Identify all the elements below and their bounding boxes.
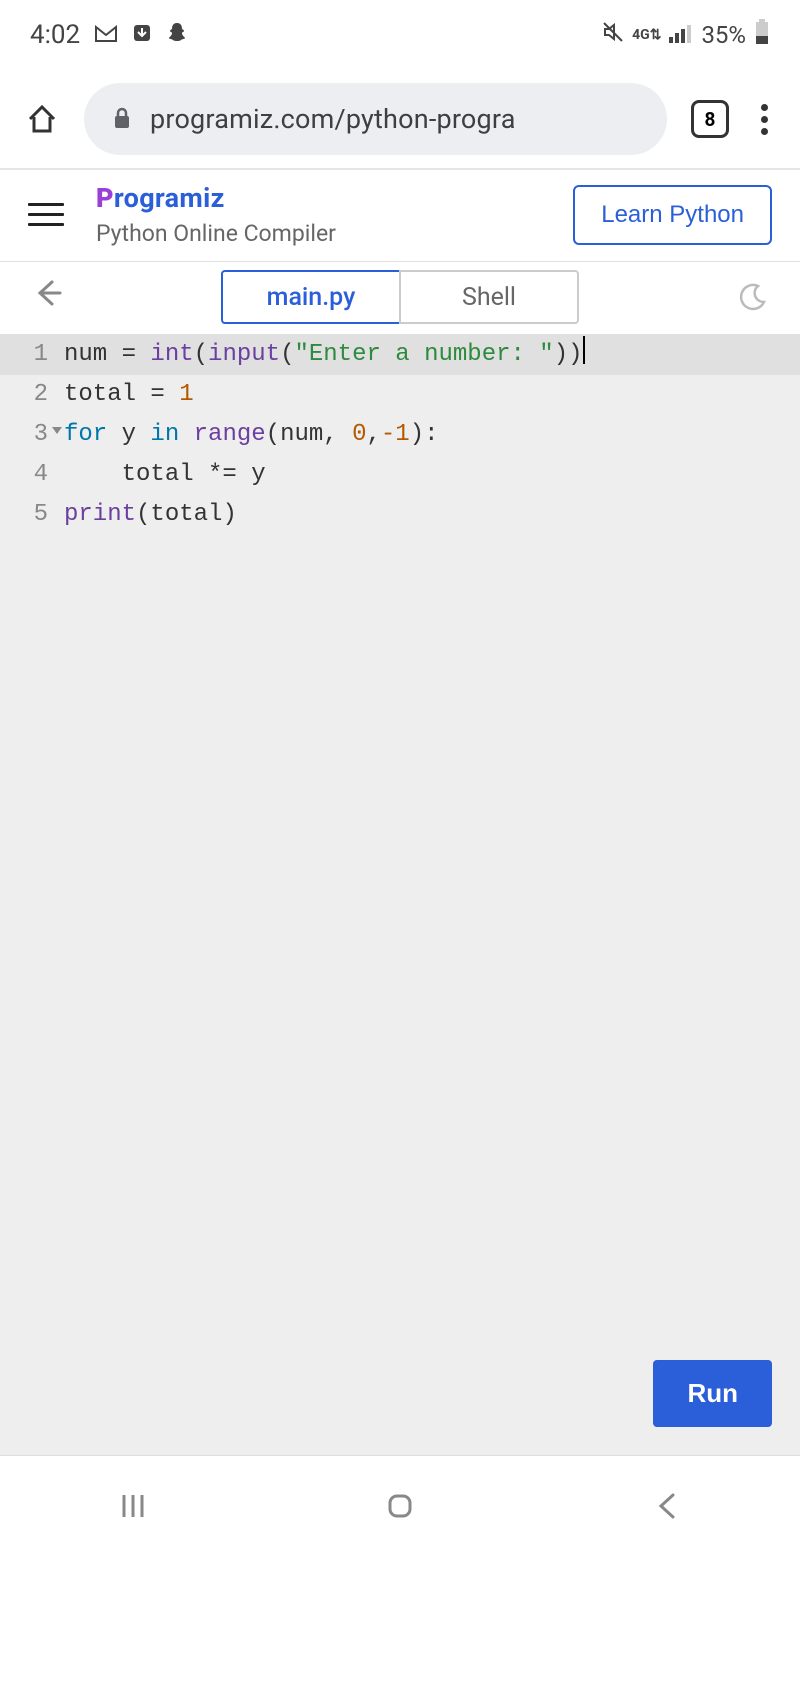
theme-toggle-button[interactable] [730,282,776,312]
tab-main[interactable]: main.py [221,270,401,324]
line-number: 2 [0,375,64,415]
tab-shell[interactable]: Shell [399,270,579,324]
battery-icon [754,19,770,51]
page-header: Programiz Python Online Compiler Learn P… [0,170,800,262]
text-cursor [583,336,585,364]
line-number: 4 [0,455,64,495]
gmail-icon [94,21,118,49]
code-line[interactable]: 4 total *= y [0,455,800,495]
code-line[interactable]: 3for y in range(num, 0,-1): [0,415,800,455]
code-content[interactable]: print(total) [64,495,237,535]
code-content[interactable]: total *= y [64,455,266,495]
signal-icon [669,21,693,49]
code-editor[interactable]: 1num = int(input("Enter a number: "))2to… [0,335,800,1455]
hamburger-menu-button[interactable] [28,203,64,226]
fold-marker-icon[interactable] [52,427,62,434]
url-text: programiz.com/python-progra [150,103,516,135]
status-time: 4:02 [30,20,80,50]
network-4g-icon: 4G⇅ [632,27,661,43]
battery-percent: 35% [701,21,746,49]
browser-bar: programiz.com/python-progra 8 [0,70,800,170]
brand-subtitle: Python Online Compiler [96,220,541,247]
run-button[interactable]: Run [653,1360,772,1427]
code-content[interactable]: for y in range(num, 0,-1): [64,415,439,455]
recent-apps-button[interactable] [112,1485,154,1527]
brand-logo[interactable]: Programiz [96,182,541,214]
line-number: 5 [0,495,64,535]
learn-python-button[interactable]: Learn Python [573,185,772,245]
status-bar: 4:02 4G⇅ 35% [0,0,800,70]
code-line[interactable]: 2total = 1 [0,375,800,415]
updates-icon [132,21,152,49]
code-content[interactable]: num = int(input("Enter a number: ")) [64,335,585,375]
back-button[interactable] [24,276,70,319]
tab-count-button[interactable]: 8 [691,100,729,138]
url-bar[interactable]: programiz.com/python-progra [84,83,667,155]
mute-icon [602,21,624,49]
code-content[interactable]: total = 1 [64,375,194,415]
code-line[interactable]: 1num = int(input("Enter a number: ")) [0,335,800,375]
home-button[interactable] [24,101,60,137]
line-number: 3 [0,415,64,455]
brand: Programiz Python Online Compiler [96,182,541,247]
kebab-menu-button[interactable] [753,96,776,143]
android-nav-bar [0,1455,800,1555]
snapchat-icon [166,21,188,49]
line-number: 1 [0,335,64,375]
home-nav-button[interactable] [379,1485,421,1527]
code-line[interactable]: 5print(total) [0,495,800,535]
back-nav-button[interactable] [646,1485,688,1527]
lock-icon [112,106,134,132]
tabs-row: main.py Shell [0,262,800,335]
